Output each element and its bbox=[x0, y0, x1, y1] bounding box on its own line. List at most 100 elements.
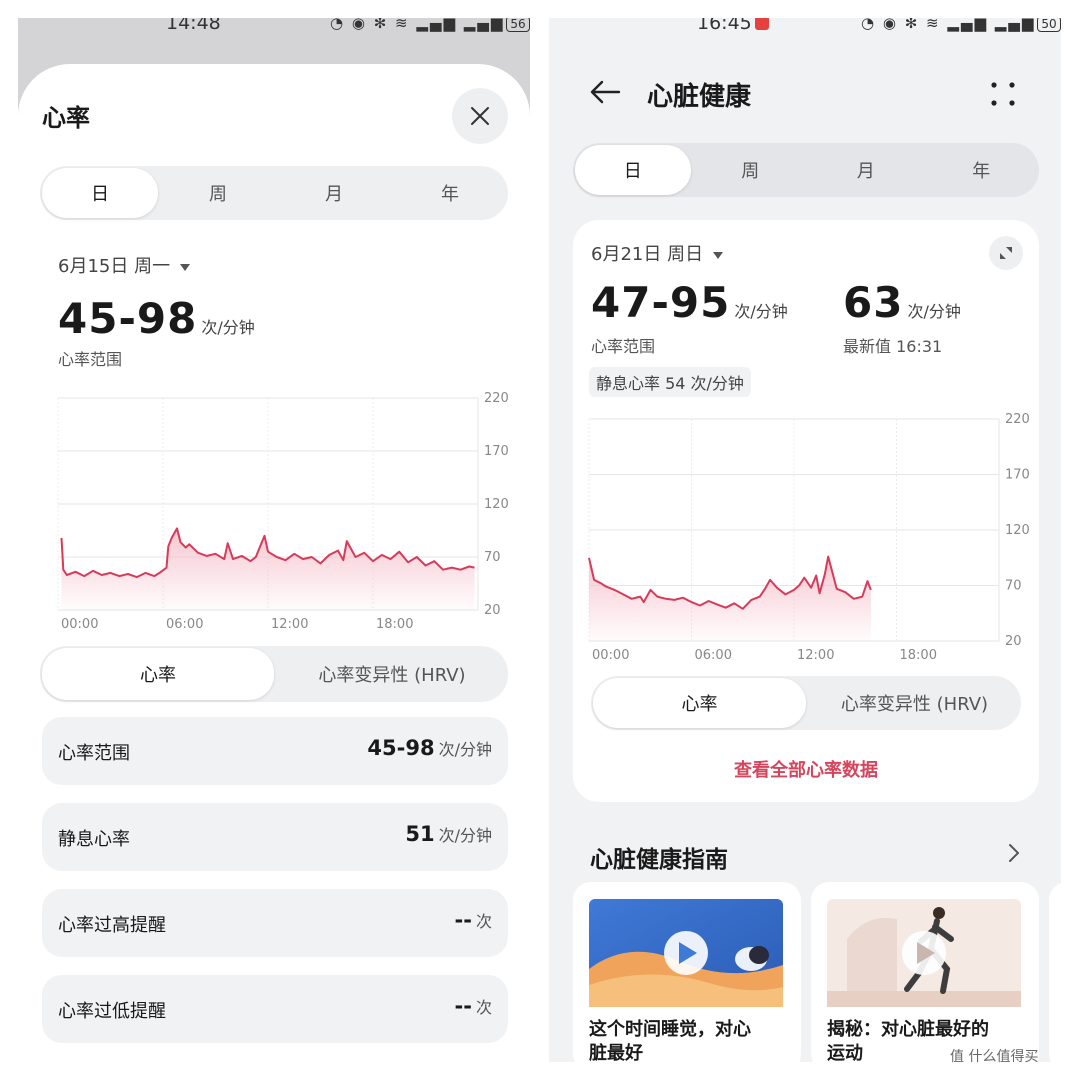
expand-icon bbox=[1000, 247, 1012, 259]
more-button[interactable] bbox=[985, 76, 1021, 112]
guide-title-line: 这个时间睡觉，对心 bbox=[589, 1019, 751, 1040]
arrow-left-icon bbox=[590, 80, 621, 104]
y-tick-label: 220 bbox=[1005, 412, 1030, 427]
tab-year[interactable]: 年 bbox=[924, 143, 1040, 197]
toggle-hrv[interactable]: 心率变异性 (HRV) bbox=[276, 646, 508, 702]
y-tick-label: 170 bbox=[484, 444, 509, 459]
guide-card-exercise[interactable]: 揭秘：对心脏最好的 运动 bbox=[811, 882, 1039, 1062]
stat-value-group: -- 次 bbox=[455, 994, 492, 1018]
y-tick-label: 70 bbox=[484, 550, 501, 565]
view-all-link[interactable]: 查看全部心率数据 bbox=[573, 756, 1039, 782]
guide-card-sleep[interactable]: 这个时间睡觉，对心 脏最好 bbox=[573, 882, 801, 1062]
x-tick-label: 00:00 bbox=[592, 648, 629, 663]
tab-week[interactable]: 周 bbox=[693, 143, 809, 197]
stat-value: -- bbox=[454, 908, 472, 932]
watermark: 值 什么值得买 bbox=[950, 1049, 1039, 1065]
chevron-right-icon bbox=[1009, 844, 1019, 862]
stat-label: 心率过低提醒 bbox=[58, 1001, 166, 1022]
tab-week[interactable]: 周 bbox=[160, 166, 276, 220]
status-icon-glyphs: ◔ ◉ ✻ ≋ ▂▄▆ ▂▄▆ bbox=[861, 18, 1036, 32]
range-label: 心率范围 bbox=[58, 350, 123, 369]
range-label: 心率范围 bbox=[591, 337, 656, 356]
date-text: 6月15日 周一 bbox=[58, 256, 171, 277]
range-unit: 次/分钟 bbox=[201, 318, 255, 337]
tab-day[interactable]: 日 bbox=[575, 145, 691, 195]
x-tick-label: 06:00 bbox=[166, 617, 203, 632]
toggle-heart-rate[interactable]: 心率 bbox=[593, 678, 806, 728]
y-tick-label: 70 bbox=[1005, 579, 1022, 594]
stat-value: 45-98 bbox=[367, 736, 435, 760]
guide-card-peek bbox=[1049, 882, 1061, 1062]
guide-card-title: 这个时间睡觉，对心 脏最好 bbox=[589, 1018, 751, 1062]
more-dots-icon bbox=[991, 82, 1015, 106]
latest-label: 最新值 16:31 bbox=[843, 337, 943, 356]
guide-more-button[interactable] bbox=[999, 838, 1029, 868]
x-tick-label: 00:00 bbox=[61, 617, 98, 632]
date-picker[interactable]: 6月15日 周一 bbox=[58, 252, 191, 278]
range-value: 47-95 bbox=[591, 278, 731, 327]
metric-toggle: 心率 心率变异性 (HRV) bbox=[40, 646, 508, 702]
metric-toggle: 心率 心率变异性 (HRV) bbox=[591, 676, 1021, 730]
toggle-hrv[interactable]: 心率变异性 (HRV) bbox=[808, 676, 1021, 730]
resting-rate-tag: 静息心率 54 次/分钟 bbox=[589, 367, 751, 397]
exercise-thumbnail bbox=[827, 899, 1021, 1007]
stat-value-group: 45-98 次/分钟 bbox=[367, 736, 492, 760]
heart-rate-card: 6月21日 周日 47-95 次/分钟 心率范围 63 次/分钟 最新值 16:31… bbox=[573, 220, 1039, 802]
stat-label: 心率过高提醒 bbox=[58, 915, 166, 936]
date-picker[interactable]: 6月21日 周日 bbox=[591, 240, 724, 266]
stat-unit: 次 bbox=[475, 912, 492, 931]
battery-icon: 56 bbox=[506, 18, 530, 32]
back-button[interactable] bbox=[587, 74, 623, 110]
battery-icon: 50 bbox=[1037, 18, 1061, 32]
stat-unit: 次 bbox=[475, 998, 492, 1017]
notification-badge-icon bbox=[755, 18, 769, 30]
latest-unit: 次/分钟 bbox=[907, 302, 961, 321]
period-tabs: 日 周 月 年 bbox=[573, 143, 1039, 197]
stat-card-low-alert[interactable]: 心率过低提醒 -- 次 bbox=[42, 975, 508, 1043]
x-tick-label: 06:00 bbox=[695, 648, 732, 663]
y-tick-label: 170 bbox=[1005, 468, 1030, 483]
stat-value-group: 51 次/分钟 bbox=[405, 822, 492, 846]
sleep-thumbnail bbox=[589, 899, 783, 1007]
status-icons: ◔ ◉ ✻ ≋ ▂▄▆ ▂▄▆ 56 bbox=[330, 18, 530, 32]
page-title: 心脏健康 bbox=[647, 82, 752, 112]
expand-button[interactable] bbox=[989, 236, 1023, 270]
tab-month[interactable]: 月 bbox=[808, 143, 924, 197]
heart-rate-chart: 20 70 120 170 220 00:00 06:00 12:00 18:00 bbox=[588, 412, 1030, 663]
heart-rate-chart: 20 70 120 170 220 00:00 06:00 12:00 18:00 bbox=[57, 391, 509, 632]
stat-unit: 次/分钟 bbox=[438, 740, 492, 759]
y-tick-label: 120 bbox=[484, 497, 509, 512]
status-bar: 16:45 ◔ ◉ ✻ ≋ ▂▄▆ ▂▄▆ 50 bbox=[549, 18, 1061, 52]
x-tick-label: 18:00 bbox=[900, 648, 937, 663]
y-tick-label: 220 bbox=[484, 391, 509, 406]
status-time: 16:45 bbox=[697, 18, 752, 34]
toggle-heart-rate[interactable]: 心率 bbox=[42, 648, 274, 700]
y-tick-label: 120 bbox=[1005, 523, 1030, 538]
guide-title-line: 揭秘：对心脏最好的 bbox=[827, 1019, 989, 1040]
latest-value: 63 bbox=[843, 278, 904, 327]
tab-month[interactable]: 月 bbox=[276, 166, 392, 220]
stat-value-group: -- 次 bbox=[455, 908, 492, 932]
y-tick-label: 20 bbox=[1005, 634, 1022, 649]
stat-label: 心率范围 bbox=[58, 743, 130, 764]
range-readout: 47-95 次/分钟 bbox=[591, 278, 788, 327]
stat-value: -- bbox=[454, 994, 472, 1018]
tab-year[interactable]: 年 bbox=[392, 166, 508, 220]
range-unit: 次/分钟 bbox=[734, 302, 788, 321]
range-readout: 45-98 次/分钟 bbox=[58, 294, 255, 343]
dropdown-caret-icon bbox=[713, 251, 724, 259]
period-tabs: 日 周 月 年 bbox=[40, 166, 508, 220]
stat-card-resting: 静息心率 51 次/分钟 bbox=[42, 803, 508, 871]
stat-card-high-alert[interactable]: 心率过高提醒 -- 次 bbox=[42, 889, 508, 957]
tab-day[interactable]: 日 bbox=[42, 168, 158, 218]
x-tick-label: 12:00 bbox=[797, 648, 834, 663]
status-icons: ◔ ◉ ✻ ≋ ▂▄▆ ▂▄▆ 50 bbox=[861, 18, 1061, 32]
close-button[interactable] bbox=[452, 88, 508, 144]
left-screen: 14:48 ◔ ◉ ✻ ≋ ▂▄▆ ▂▄▆ 56 心率 日 周 月 年 6月15日… bbox=[18, 18, 530, 1062]
dropdown-caret-icon bbox=[180, 263, 191, 271]
stat-card-range: 心率范围 45-98 次/分钟 bbox=[42, 717, 508, 785]
date-text: 6月21日 周日 bbox=[591, 244, 704, 265]
guide-section-title: 心脏健康指南 bbox=[590, 847, 728, 873]
stat-label: 静息心率 bbox=[58, 829, 130, 850]
latest-readout: 63 次/分钟 bbox=[843, 278, 961, 327]
